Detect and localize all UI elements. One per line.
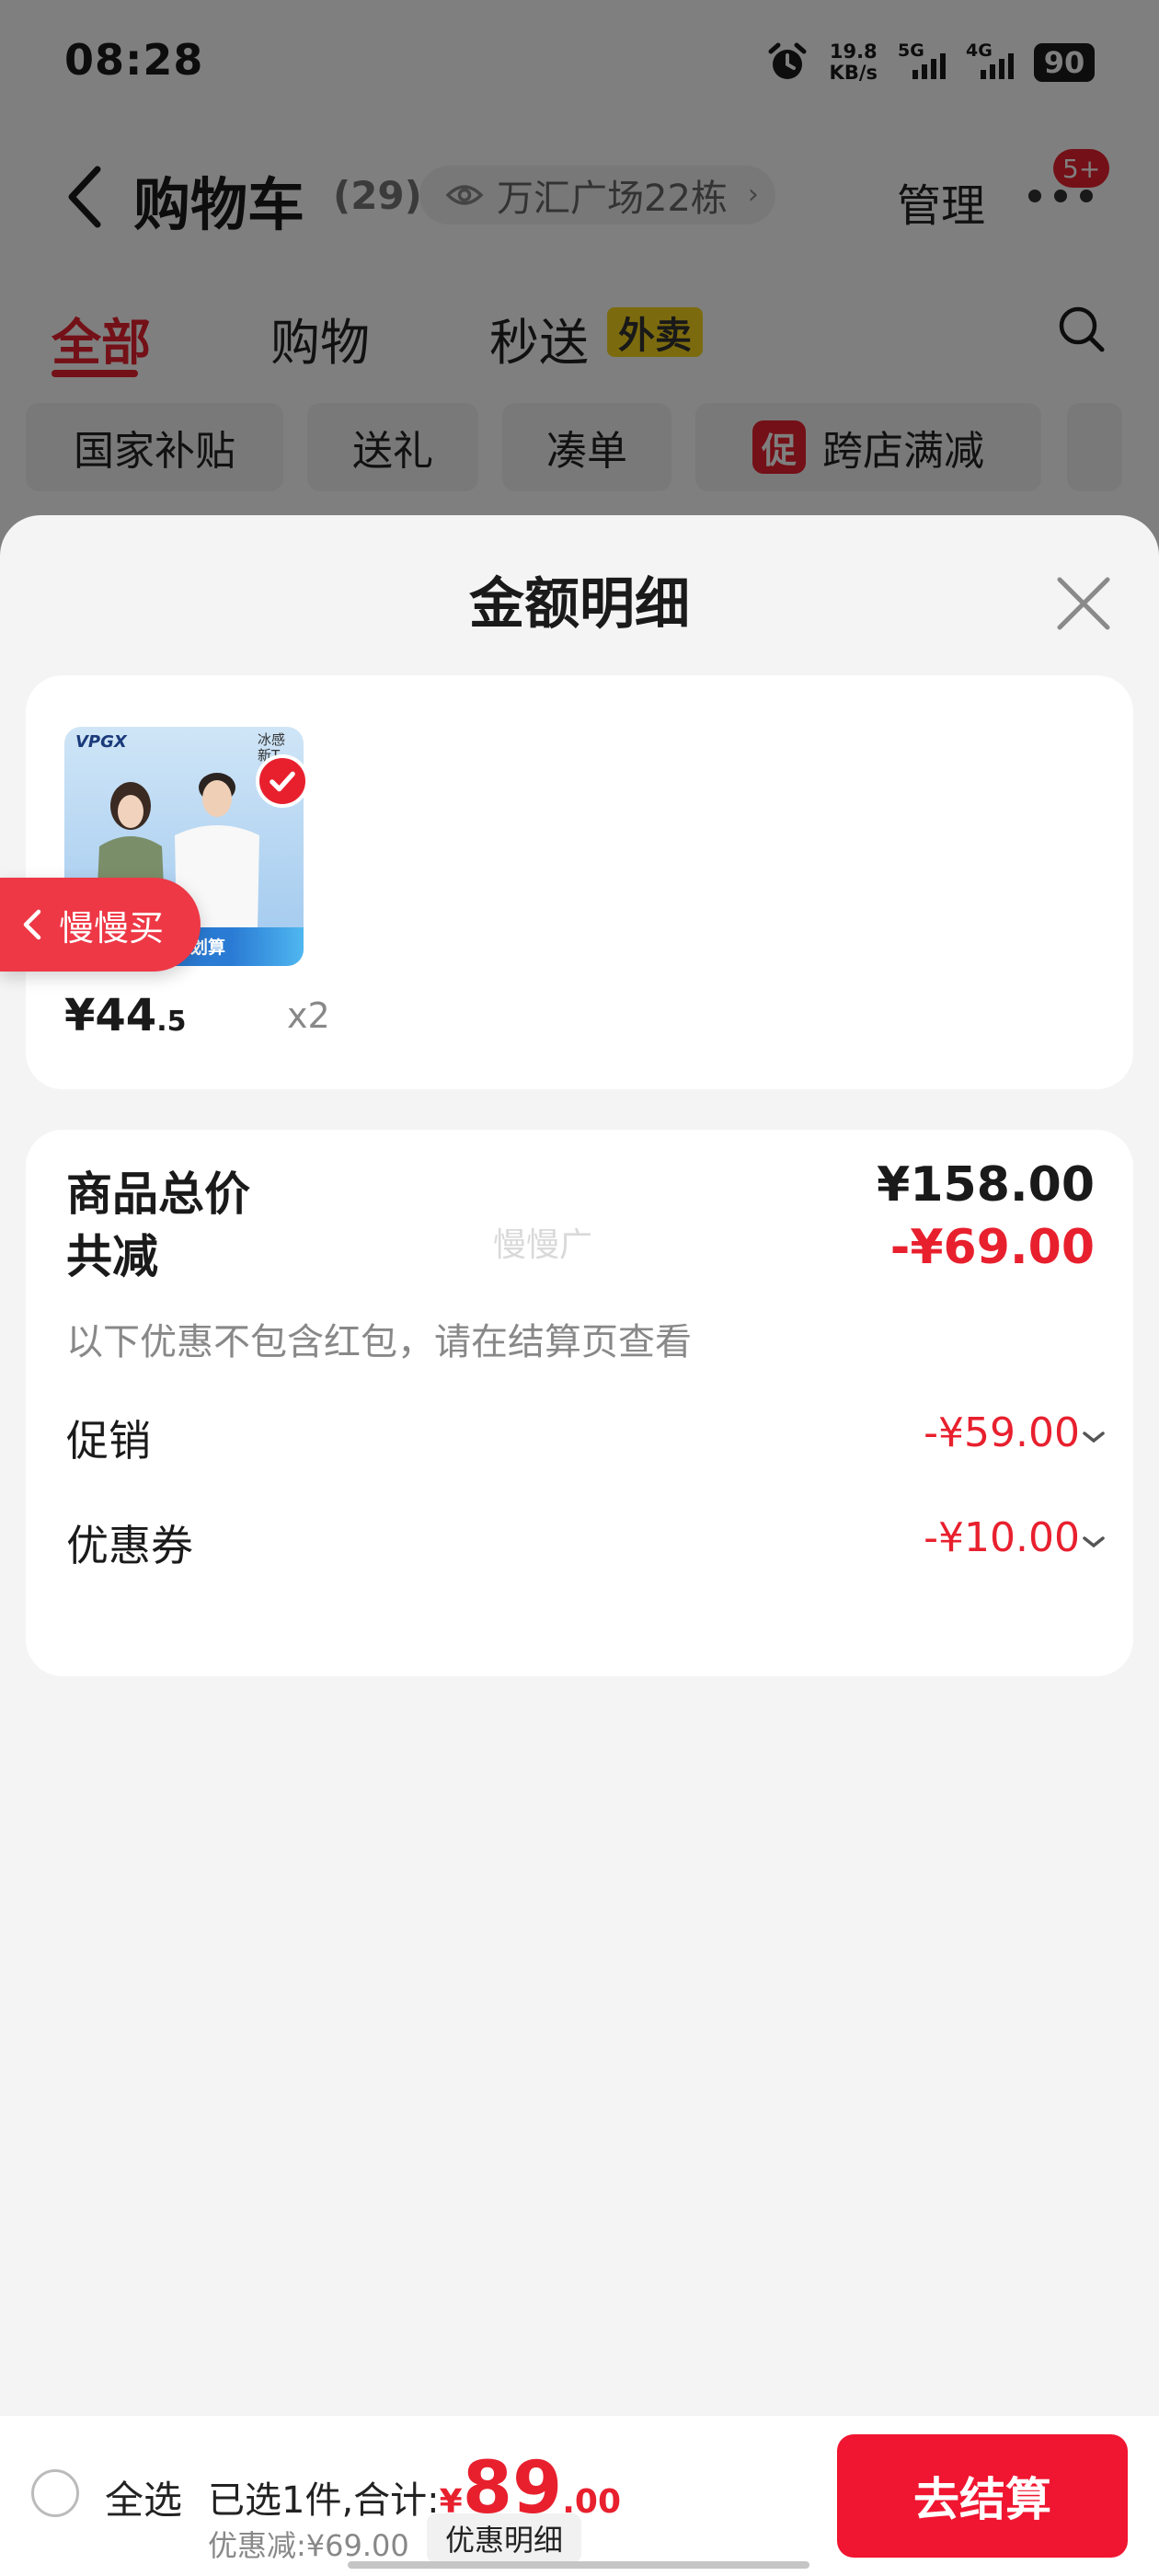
- watermark: 慢慢广: [493, 1226, 593, 1264]
- total-value: ¥158.00: [877, 1157, 1095, 1213]
- total-label: 商品总价: [66, 1167, 250, 1221]
- sheet-title: 金额明细: [469, 572, 690, 637]
- product-quantity: x2: [287, 995, 330, 1036]
- slow-buy-label: 慢慢买: [59, 907, 165, 949]
- price-integer: ¥44: [64, 990, 157, 1041]
- promo-label: 促销: [66, 1416, 151, 1466]
- product-card: VPGX 冰感 新T 预划算 ¥44.5 x2: [26, 675, 1133, 1089]
- checkout-bar: 全选 已选1件,合计: ¥ 89 .00 优惠减:¥69.00 优惠明细 去结算: [0, 2416, 1159, 2576]
- amount-detail-sheet: 金额明细 VPGX 冰感 新T 预划算 ¥44.5 x2 慢慢买 慢慢广 商品总…: [0, 515, 1159, 2410]
- chevron-down-icon[interactable]: [1082, 1535, 1106, 1549]
- reduce-label: 共减: [66, 1230, 158, 1283]
- coupon-amount: -¥10.00: [924, 1514, 1080, 1561]
- price-summary-card: 慢慢广 商品总价 ¥158.00 共减 -¥69.00 以下优惠不包含红包，请在…: [26, 1130, 1133, 1676]
- select-all-radio[interactable]: [31, 2469, 79, 2517]
- discount-note: 以下优惠不包含红包，请在结算页查看: [66, 1321, 692, 1363]
- price-decimal: .5: [156, 1006, 187, 1038]
- discount-summary: 优惠减:¥69.00: [208, 2528, 409, 2563]
- selected-text: 已选1件,合计:: [208, 2479, 440, 2522]
- thumb-brand: VPGX: [75, 732, 127, 752]
- chevron-left-icon: [23, 909, 41, 940]
- close-icon[interactable]: [1049, 569, 1119, 638]
- promo-value[interactable]: -¥59.00: [924, 1409, 1080, 1456]
- total-price-integer: 89: [462, 2447, 563, 2530]
- coupon-label: 优惠券: [66, 1521, 193, 1570]
- home-indicator[interactable]: [348, 2561, 809, 2569]
- discount-detail-button[interactable]: 优惠明细: [427, 2513, 582, 2563]
- coupon-value[interactable]: -¥10.00: [924, 1514, 1080, 1561]
- slow-buy-floating-button[interactable]: 慢慢买: [0, 878, 201, 972]
- checkout-button[interactable]: 去结算: [837, 2434, 1128, 2558]
- select-all-label[interactable]: 全选: [105, 2469, 182, 2525]
- selected-check-icon: [256, 754, 309, 808]
- product-price: ¥44.5: [64, 990, 186, 1041]
- reduce-value: -¥69.00: [889, 1220, 1095, 1275]
- chevron-down-icon[interactable]: [1082, 1430, 1106, 1444]
- modal-overlay[interactable]: [0, 0, 1159, 570]
- promo-amount: -¥59.00: [924, 1409, 1080, 1456]
